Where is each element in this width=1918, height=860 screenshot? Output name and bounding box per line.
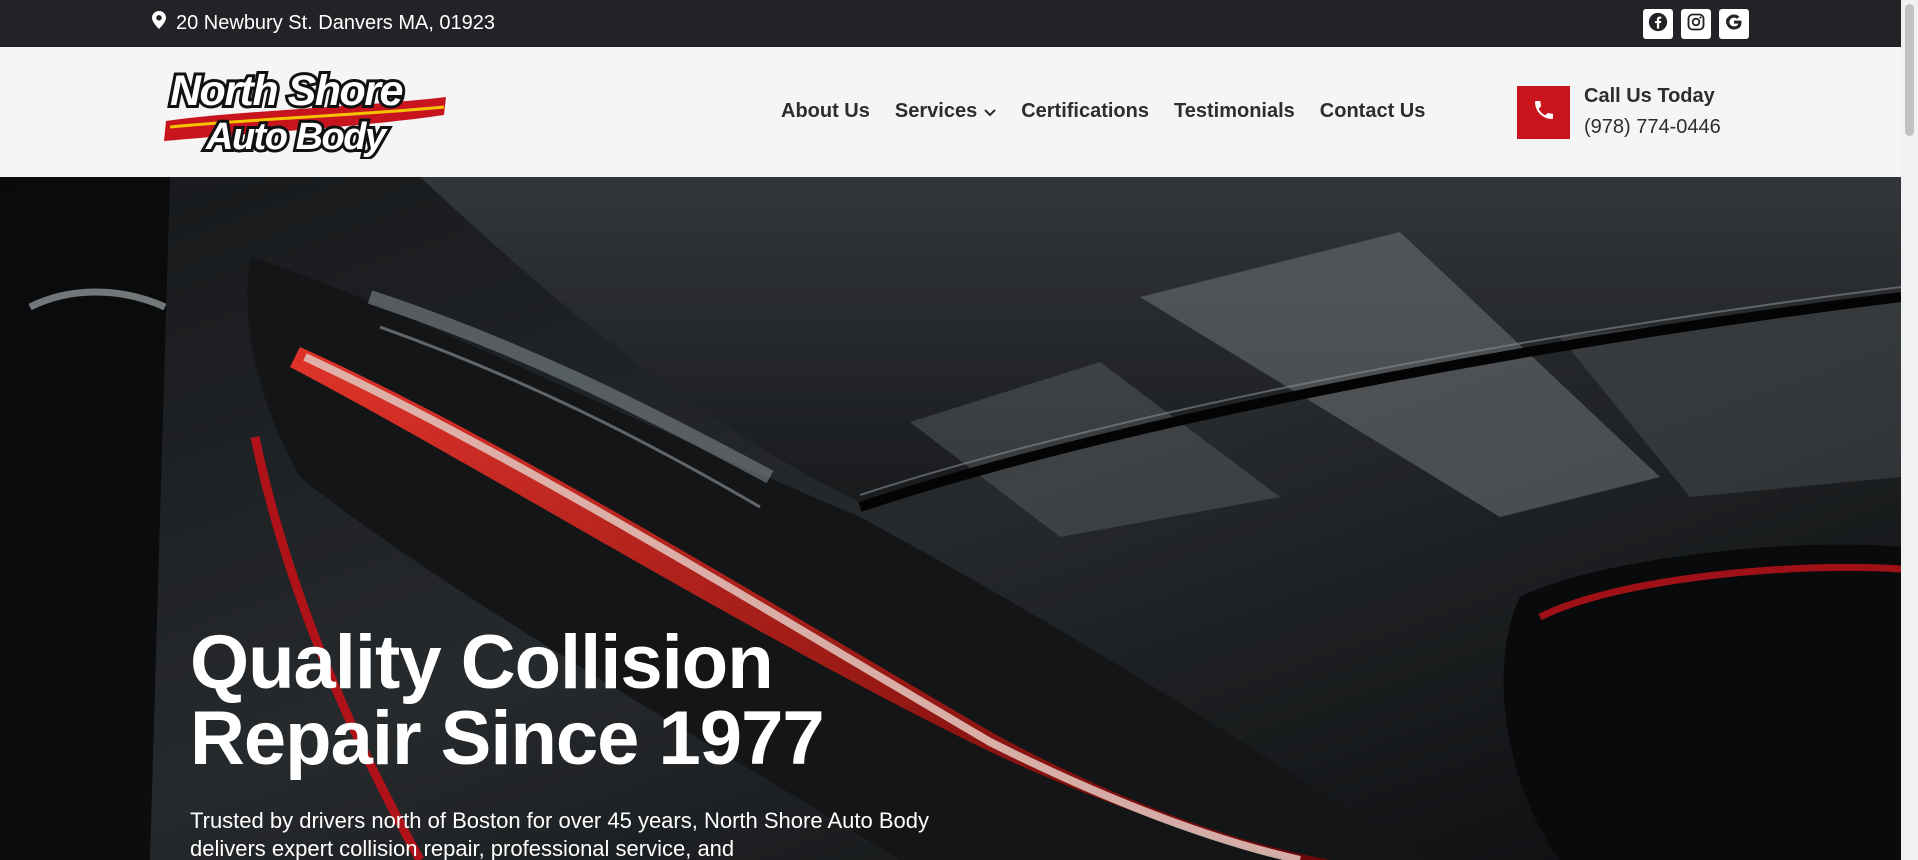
chevron-down-icon — [984, 100, 996, 123]
phone-icon-box — [1517, 85, 1570, 139]
page-scrollbar[interactable] — [1901, 0, 1918, 860]
scrollbar-thumb[interactable] — [1905, 4, 1914, 136]
social-links — [1643, 9, 1749, 39]
call-label: Call Us Today — [1584, 85, 1715, 107]
nav-services-label: Services — [894, 100, 978, 122]
call-text: Call Us Today (978) 774-0446 — [1584, 85, 1721, 139]
top-bar: 20 Newbury St. Danvers MA, 01923 — [0, 0, 1901, 47]
page: 20 Newbury St. Danvers MA, 01923 North S… — [0, 0, 1901, 860]
hero-title-line1: Quality Collision — [190, 620, 774, 705]
google-link[interactable] — [1719, 9, 1749, 39]
hero-title: Quality Collision Repair Since 1977 — [190, 625, 990, 777]
facebook-icon — [1648, 12, 1668, 37]
nav-testimonials-label: Testimonials — [1174, 100, 1295, 122]
svg-text:Auto Body: Auto Body — [205, 116, 388, 158]
nav-testimonials[interactable]: Testimonials — [1174, 100, 1295, 123]
logo[interactable]: North Shore Auto Body — [162, 64, 448, 161]
hero-description: Trusted by drivers north of Boston for o… — [190, 808, 929, 860]
phone-icon — [1532, 98, 1556, 127]
nav-contact-label: Contact Us — [1319, 100, 1426, 122]
nav-certifications[interactable]: Certifications — [1021, 100, 1149, 123]
call-number: (978) 774-0446 — [1584, 116, 1721, 138]
site-header: North Shore Auto Body About Us Services … — [0, 47, 1901, 177]
instagram-icon — [1686, 12, 1706, 37]
address-text: 20 Newbury St. Danvers MA, 01923 — [176, 11, 496, 34]
facebook-link[interactable] — [1643, 9, 1673, 39]
nav-about[interactable]: About Us — [781, 100, 870, 123]
nav-contact[interactable]: Contact Us — [1320, 100, 1426, 123]
nav-services[interactable]: Services — [895, 100, 996, 123]
nav-certifications-label: Certifications — [1021, 100, 1149, 122]
address: 20 Newbury St. Danvers MA, 01923 — [152, 11, 495, 35]
call-us-link[interactable]: Call Us Today (978) 774-0446 — [1517, 85, 1721, 139]
map-pin-icon — [152, 11, 166, 35]
main-nav: About Us Services Certifications Testimo… — [781, 100, 1425, 123]
hero-banner: Quality Collision Repair Since 1977 Trus… — [0, 177, 1901, 860]
instagram-link[interactable] — [1681, 9, 1711, 39]
google-icon — [1724, 12, 1744, 37]
hero-title-line2: Repair Since 1977 — [190, 696, 825, 781]
svg-text:North Shore: North Shore — [170, 67, 403, 115]
nav-about-label: About Us — [781, 100, 870, 122]
